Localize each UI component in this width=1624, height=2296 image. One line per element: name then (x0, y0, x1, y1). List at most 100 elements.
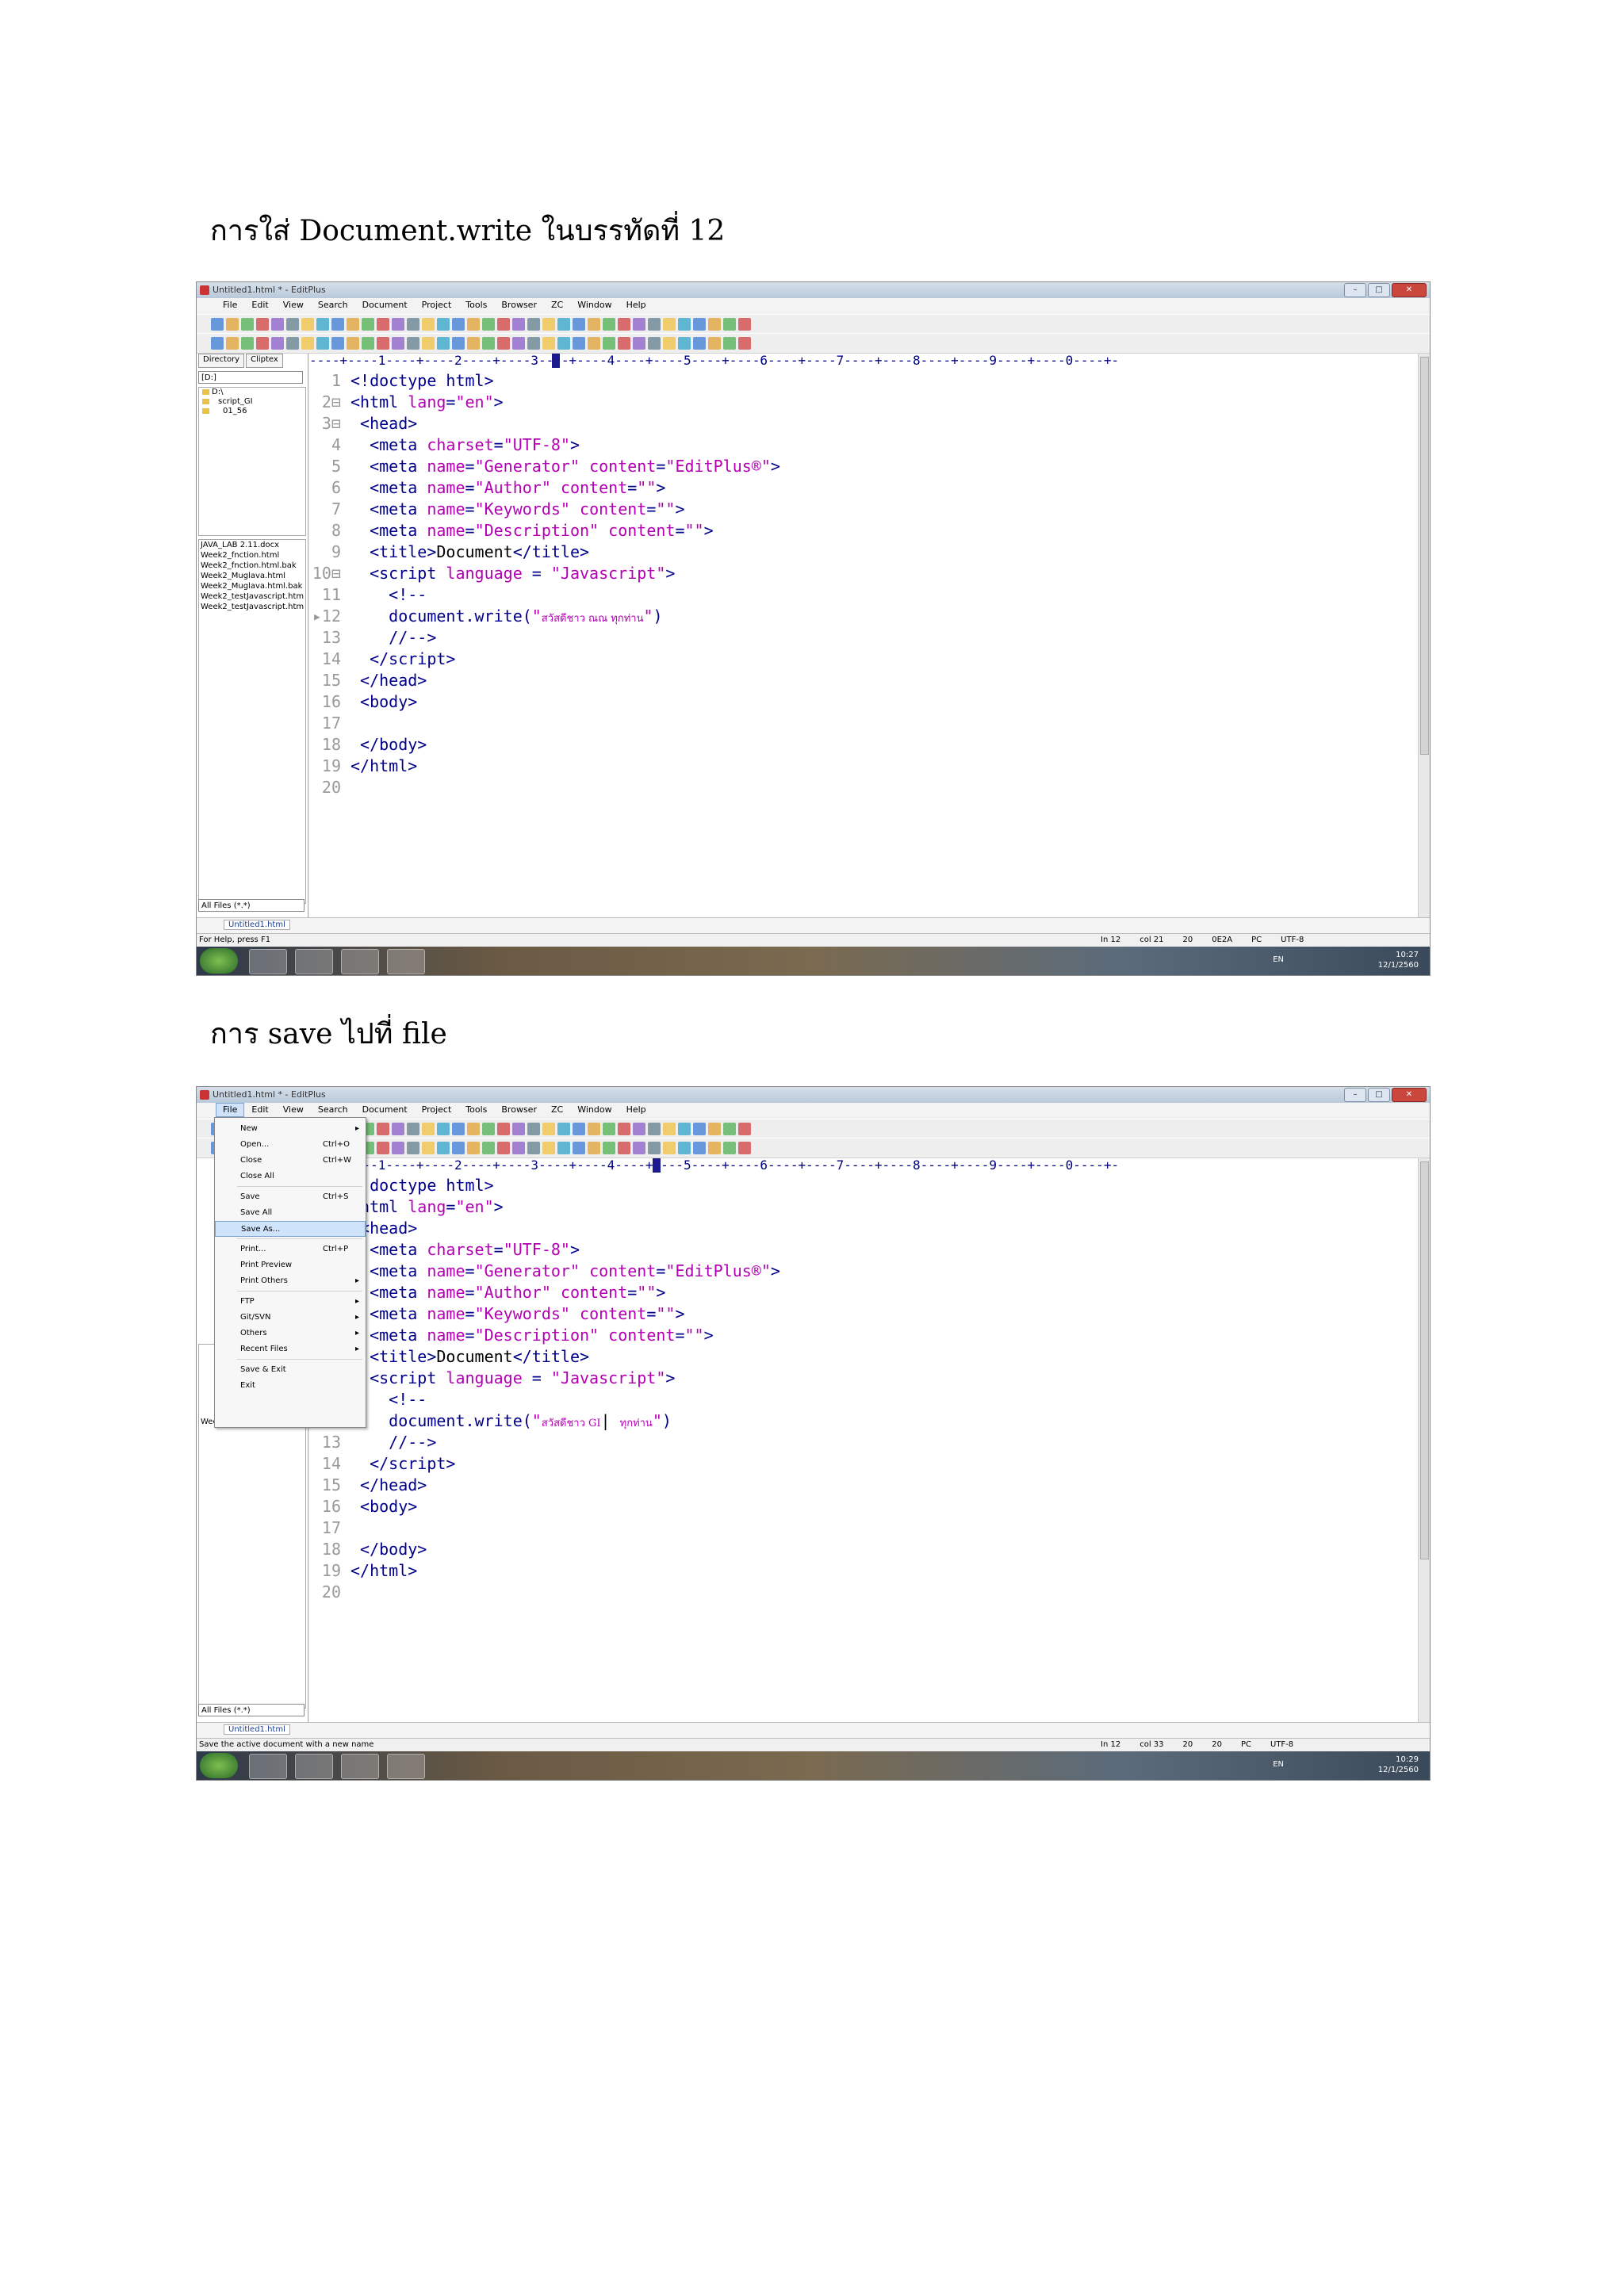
toolbar-button-icon[interactable] (271, 318, 284, 331)
file-menu-close[interactable]: Close Ctrl+W (215, 1153, 366, 1169)
toolbar-button-icon[interactable] (542, 337, 555, 350)
toolbar-button-icon[interactable] (392, 318, 404, 331)
menu-help[interactable]: Help (619, 298, 653, 312)
toolbar-button-icon[interactable] (226, 318, 239, 331)
chrome-taskbar-icon[interactable] (295, 949, 333, 974)
toolbar-button-icon[interactable] (603, 1123, 615, 1135)
toolbar-button-icon[interactable] (392, 337, 404, 350)
toolbar-button-icon[interactable] (588, 1142, 600, 1154)
toolbar-button-icon[interactable] (588, 1123, 600, 1135)
toolbar-button-icon[interactable] (512, 318, 525, 331)
file-menu-print-preview[interactable]: Print Preview (215, 1257, 366, 1273)
toolbar-button-icon[interactable] (347, 337, 359, 350)
menu-tools[interactable]: Tools (458, 298, 494, 312)
toolbar-button-icon[interactable] (648, 1123, 661, 1135)
toolbar-button-icon[interactable] (633, 1123, 645, 1135)
folder-tree[interactable]: D:\ script_GI 01_56 (198, 387, 306, 536)
drive-select[interactable]: [D:] (198, 371, 303, 384)
tab-cliptext[interactable]: Cliptex (246, 354, 283, 368)
toolbar-button-icon[interactable] (407, 1123, 419, 1135)
toolbar-button-icon[interactable] (437, 337, 450, 350)
chrome-taskbar-icon[interactable] (295, 1754, 333, 1779)
toolbar-button-icon[interactable] (678, 1123, 691, 1135)
toolbar-button-icon[interactable] (573, 1123, 585, 1135)
file-menu-open[interactable]: Open... Ctrl+O (215, 1137, 366, 1153)
explorer-taskbar-icon[interactable] (249, 1754, 287, 1779)
menu-document[interactable]: Document (355, 1103, 415, 1117)
menu-file[interactable]: File (216, 298, 244, 312)
toolbar-button-icon[interactable] (437, 1123, 450, 1135)
file-menu-git-svn[interactable]: Git/SVN ▸ (215, 1310, 366, 1326)
toolbar-icons[interactable] (211, 337, 751, 350)
toolbar-button-icon[interactable] (512, 337, 525, 350)
toolbar-button-icon[interactable] (482, 1123, 495, 1135)
toolbar-icons[interactable] (211, 318, 751, 331)
toolbar-button-icon[interactable] (708, 318, 721, 331)
code-editor[interactable]: 1<!doctype html> 2⊟<html lang="en"> 3⊟ <… (309, 368, 1419, 918)
toolbar-button-icon[interactable] (663, 1123, 676, 1135)
toolbar-button-icon[interactable] (633, 318, 645, 331)
toolbar-button-icon[interactable] (497, 337, 510, 350)
toolbar-button-icon[interactable] (377, 1142, 389, 1154)
folder-item[interactable]: D:\ (199, 388, 305, 397)
toolbar-button-icon[interactable] (241, 337, 254, 350)
toolbar-button-icon[interactable] (527, 1142, 540, 1154)
toolbar-button-icon[interactable] (377, 337, 389, 350)
toolbar-button-icon[interactable] (648, 337, 661, 350)
toolbar-button-icon[interactable] (211, 318, 224, 331)
language-indicator[interactable]: EN (1273, 955, 1284, 965)
toolbar-button-icon[interactable] (573, 318, 585, 331)
toolbar-button-icon[interactable] (286, 318, 299, 331)
file-menu-exit[interactable]: Exit (215, 1378, 366, 1394)
toolbar-button-icon[interactable] (407, 337, 419, 350)
folder-item[interactable]: script_GI (199, 397, 305, 407)
toolbar-button-icon[interactable] (663, 318, 676, 331)
menu-search[interactable]: Search (311, 298, 355, 312)
close-button[interactable]: ✕ (1392, 1088, 1427, 1102)
toolbar-button-icon[interactable] (633, 1142, 645, 1154)
start-button[interactable] (200, 948, 238, 974)
toolbar-button-icon[interactable] (542, 318, 555, 331)
toolbar-button-icon[interactable] (648, 1142, 661, 1154)
toolbar-button-icon[interactable] (497, 1123, 510, 1135)
toolbar-button-icon[interactable] (467, 318, 480, 331)
toolbar-button-icon[interactable] (738, 1142, 751, 1154)
toolbar-button-icon[interactable] (557, 318, 570, 331)
start-button[interactable] (200, 1753, 238, 1778)
toolbar-button-icon[interactable] (648, 318, 661, 331)
toolbar-button-icon[interactable] (362, 337, 374, 350)
toolbar-button-icon[interactable] (226, 337, 239, 350)
file-menu-new[interactable]: New ▸ (215, 1121, 366, 1137)
toolbar-button-icon[interactable] (693, 1123, 706, 1135)
toolbar-button-icon[interactable] (663, 1142, 676, 1154)
toolbar-button-icon[interactable] (407, 318, 419, 331)
toolbar-button-icon[interactable] (618, 337, 630, 350)
menu-browser[interactable]: Browser (494, 298, 544, 312)
toolbar-button-icon[interactable] (738, 337, 751, 350)
menu-browser[interactable]: Browser (494, 1103, 544, 1117)
minimize-button[interactable]: – (1344, 1088, 1366, 1102)
menu-project[interactable]: Project (415, 298, 459, 312)
file-item[interactable]: Week2_Muglava.html.bak (199, 581, 305, 591)
menu-view[interactable]: View (276, 298, 311, 312)
toolbar-button-icon[interactable] (542, 1123, 555, 1135)
toolbar-button-icon[interactable] (693, 1142, 706, 1154)
toolbar-button-icon[interactable] (452, 318, 465, 331)
file-item[interactable]: Week2_testJavascript.htm (199, 591, 305, 602)
toolbar-button-icon[interactable] (271, 337, 284, 350)
toolbar-button-icon[interactable] (497, 318, 510, 331)
document-tab[interactable]: Untitled1.html (224, 920, 290, 930)
toolbar-button-icon[interactable] (618, 1123, 630, 1135)
editplus-taskbar-icon[interactable] (387, 1754, 425, 1779)
language-indicator[interactable]: EN (1273, 1759, 1284, 1770)
toolbar-button-icon[interactable] (738, 1123, 751, 1135)
toolbar-button-icon[interactable] (241, 318, 254, 331)
menu-file[interactable]: File (216, 1103, 245, 1117)
word-taskbar-icon[interactable] (341, 949, 379, 974)
toolbar-button-icon[interactable] (678, 1142, 691, 1154)
toolbar-button-icon[interactable] (497, 1142, 510, 1154)
toolbar-button-icon[interactable] (693, 337, 706, 350)
file-item[interactable]: Week2_fnction.html.bak (199, 561, 305, 571)
menu-document[interactable]: Document (355, 298, 415, 312)
toolbar-button-icon[interactable] (723, 337, 736, 350)
